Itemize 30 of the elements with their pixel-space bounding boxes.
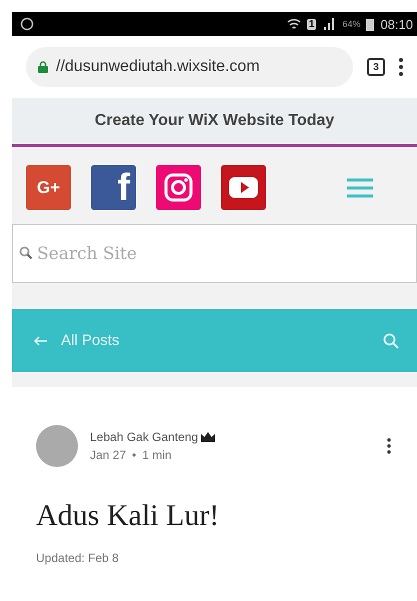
author-name[interactable]: Lebah Gak Ganteng: [90, 430, 198, 444]
lock-icon: [38, 61, 48, 73]
separator-dot: •: [132, 448, 136, 462]
search-icon: [19, 246, 33, 260]
promo-banner[interactable]: Create Your WiX Website Today: [12, 98, 417, 147]
battery-icon: [366, 18, 374, 30]
url-text: //dusunwediutah.wixsite.com: [56, 58, 260, 76]
facebook-link[interactable]: f: [91, 165, 136, 210]
instagram-icon[interactable]: [156, 165, 201, 210]
crown-icon: [201, 432, 216, 442]
google-plus-link[interactable]: G+: [26, 165, 71, 210]
more-options-icon[interactable]: [387, 438, 391, 454]
search-field[interactable]: Search Site: [12, 224, 417, 283]
post-date: Jan 27: [90, 448, 126, 462]
read-time: 1 min: [142, 448, 172, 462]
wifi-icon: [286, 17, 301, 31]
tab-count-button[interactable]: 3: [367, 58, 385, 76]
sim-indicator: 1: [306, 18, 316, 30]
battery-percent: 64%: [342, 19, 360, 29]
chat-app-icon: [20, 17, 34, 31]
signal-icon: [322, 17, 336, 31]
banner-text: Create Your WiX Website Today: [94, 112, 334, 130]
menu-icon[interactable]: [399, 58, 403, 76]
post-title: Adus Kali Lur!: [36, 499, 220, 533]
youtube-icon[interactable]: [221, 165, 266, 210]
clock-time: 08:10: [380, 16, 413, 32]
back-arrow-icon: [34, 336, 47, 346]
avatar[interactable]: [36, 425, 78, 467]
address-bar[interactable]: //dusunwediutah.wixsite.com: [26, 47, 353, 87]
updated-date: Updated: Feb 8: [36, 551, 120, 565]
